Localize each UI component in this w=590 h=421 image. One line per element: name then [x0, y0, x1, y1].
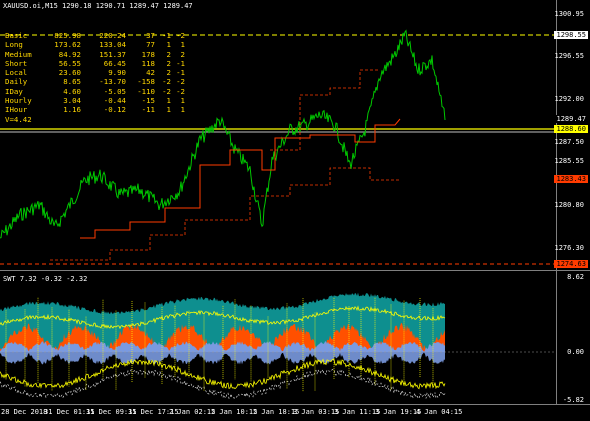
stats-panel: Basic 825.98 220.24 37 -1 -2 Long 173.62 133.04 7…	[5, 31, 185, 124]
time-axis-label: 2 Jan 10:15	[211, 408, 258, 416]
time-axis-label: 3 Jan 11:15	[334, 408, 381, 416]
stats-cell: 1.16	[63, 105, 81, 115]
stats-cell: 2	[166, 68, 171, 78]
stats-cell: -1	[162, 31, 171, 40]
price-axis-label: 1300.95	[554, 10, 584, 18]
stats-cell: 2	[166, 58, 171, 68]
stats-cell: 2	[180, 49, 185, 59]
stats-cell: 1	[180, 96, 185, 106]
stats-row: Hourly 3.04 -0.44 -15 1 1	[5, 96, 185, 105]
stats-row: Daily 8.65 -13.70 -158 -2 -2	[5, 77, 185, 86]
stats-cell: -110	[137, 86, 155, 96]
stats-cell: Long	[5, 40, 23, 50]
stats-cell: -2	[162, 77, 171, 87]
price-axis-label: 1296.55	[554, 52, 584, 60]
stats-row: Medium 84.92 151.37 178 2 2	[5, 50, 185, 59]
stats-cell: Hourly	[5, 96, 32, 106]
oscillator-title: SWT 7.32 -0.32 -2.32	[3, 275, 88, 283]
stats-cell: 77	[146, 40, 155, 50]
stats-cell: IHour	[5, 105, 28, 115]
stats-cell: -2	[162, 86, 171, 96]
stats-cell: IDay	[5, 86, 23, 96]
stats-cell: -0.12	[103, 105, 126, 115]
stats-cell: 825.98	[54, 31, 81, 40]
stats-cell: 220.24	[99, 31, 126, 40]
stats-row: IHour 1.16 -0.12 -11 1 1	[5, 105, 185, 114]
stats-cell: Short	[5, 58, 28, 68]
oscillator-axis-label: 8.62	[567, 273, 584, 281]
stats-cell: 23.60	[58, 68, 81, 78]
price-axis-label: 1276.30	[554, 244, 584, 252]
stats-cell: Local	[5, 68, 28, 78]
stats-cell: -0.44	[103, 96, 126, 106]
stats-cell: Daily	[5, 77, 28, 87]
stats-cell: -1	[176, 58, 185, 68]
stats-row: Local 23.60 9.90 42 2 -1	[5, 68, 185, 77]
stats-cell: 3.04	[63, 96, 81, 106]
stats-cell: 133.04	[99, 40, 126, 50]
price-tag: 1289.47	[554, 115, 588, 123]
stats-cell: -5.05	[103, 86, 126, 96]
stats-cell: -2	[176, 77, 185, 87]
stats-cell: -2	[176, 86, 185, 96]
stats-cell: 118	[141, 58, 155, 68]
stats-cell: 151.37	[99, 49, 126, 59]
stats-cell: -11	[141, 105, 155, 115]
time-axis-label: 4 Jan 04:15	[416, 408, 463, 416]
time-axis-line	[0, 404, 590, 405]
oscillator-axis-label: 0.00	[567, 348, 584, 356]
stats-cell: 1	[166, 40, 171, 50]
time-axis-label: 3 Jan 03:15	[293, 408, 340, 416]
time-axis-label: 2 Jan 02:15	[169, 408, 216, 416]
stats-cell: 9.90	[108, 68, 126, 78]
oscillator-axis-label: -5.82	[562, 396, 584, 404]
oscillator-chart[interactable]	[0, 272, 590, 402]
stats-row: IDay 4.60 -5.05 -110 -2 -2	[5, 87, 185, 96]
stats-cell: 8.65	[63, 77, 81, 87]
stats-cell: 4.60	[63, 86, 81, 96]
stats-cell: Medium	[5, 49, 32, 59]
stats-row: Basic 825.98 220.24 37 -1 -2	[5, 31, 185, 40]
oscillator-blue-negative-area	[0, 352, 445, 365]
price-tag: 1283.43	[554, 175, 588, 183]
stats-cell: -13.70	[99, 77, 126, 87]
stats-cell: 1	[166, 105, 171, 115]
stats-cell: 1	[180, 105, 185, 115]
price-axis-label: 1292.00	[554, 95, 584, 103]
price-tag: 1274.63	[554, 260, 588, 268]
time-axis-label: 28 Dec 2018	[1, 408, 48, 416]
price-axis-label: 1285.55	[554, 157, 584, 165]
stats-row: Long 173.62 133.04 77 1 1	[5, 40, 185, 49]
time-axis-label: 3 Jan 19:15	[375, 408, 422, 416]
price-tag: 1298.55	[554, 31, 588, 39]
stats-cell: 66.45	[103, 58, 126, 68]
stats-cell: 42	[146, 68, 155, 78]
stats-cell: 2	[166, 49, 171, 59]
stats-cell: -158	[137, 77, 155, 87]
stats-cell: 178	[141, 49, 155, 59]
stats-cell: Basic	[5, 31, 28, 40]
stats-cell: 56.55	[58, 58, 81, 68]
stats-cell: 1	[166, 96, 171, 106]
chart-title: XAUUSD.oi,M15 1290.18 1290.71 1289.47 12…	[3, 2, 193, 10]
stats-cell: -15	[141, 96, 155, 106]
oscillator-lower-band	[0, 358, 446, 390]
stats-cell: -2	[176, 31, 185, 40]
stats-row: Short 56.55 66.45 118 2 -1	[5, 59, 185, 68]
stats-footer: V=4.42	[5, 114, 32, 124]
stats-cell: -1	[176, 68, 185, 78]
price-tag: 1288.60	[554, 125, 588, 133]
price-axis-label: 1280.80	[554, 201, 584, 209]
stats-cell: 37	[146, 31, 155, 40]
price-axis-label: 1287.50	[554, 138, 584, 146]
stats-cell: 1	[180, 40, 185, 50]
stats-cell: 84.92	[58, 49, 81, 59]
stats-cell: 173.62	[54, 40, 81, 50]
pane-divider[interactable]	[0, 270, 590, 271]
